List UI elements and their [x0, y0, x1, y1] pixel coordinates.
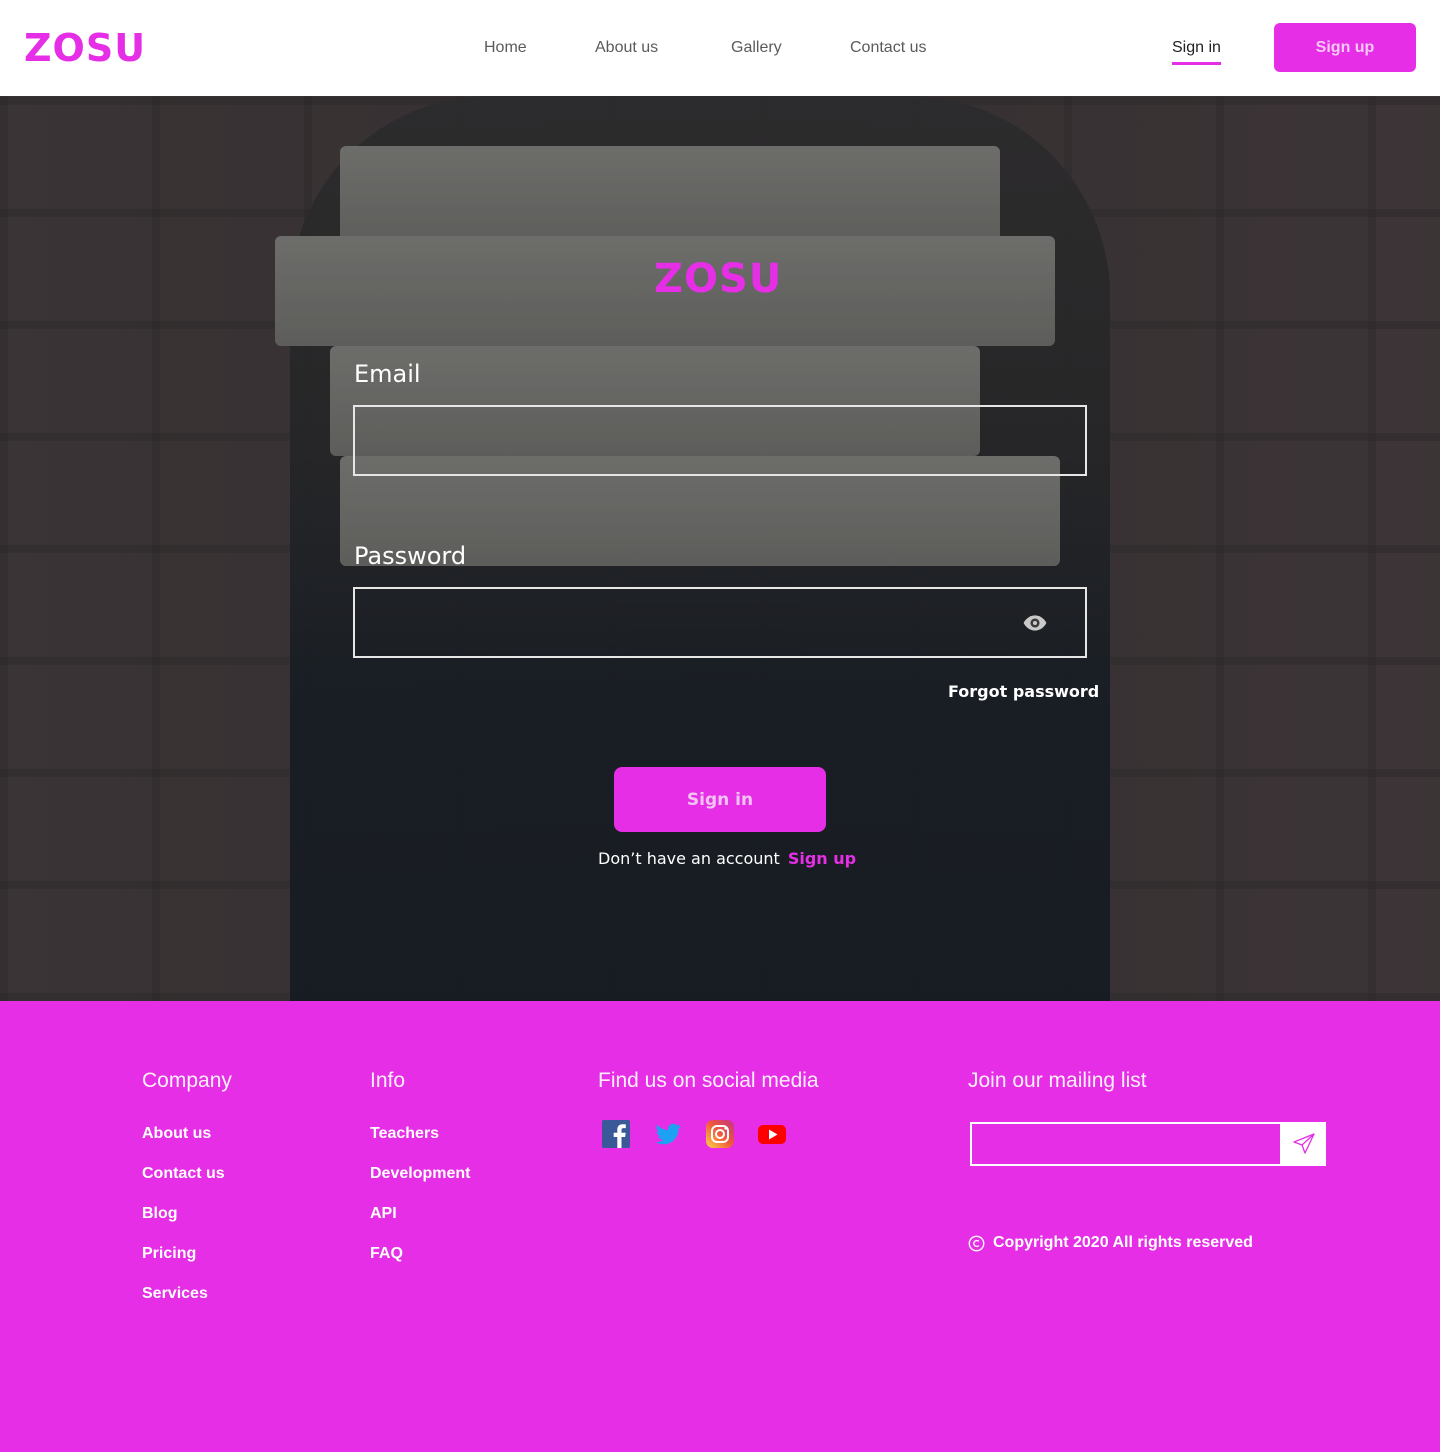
no-account-row: Don’t have an account Sign up: [598, 848, 856, 870]
login-logo: ZOSU: [654, 256, 783, 302]
youtube-icon[interactable]: [757, 1119, 787, 1149]
header-sign-up-button[interactable]: Sign up: [1274, 23, 1416, 72]
sign-in-button[interactable]: Sign in: [614, 767, 826, 832]
no-account-text: Don’t have an account: [598, 849, 780, 868]
sign-up-link[interactable]: Sign up: [788, 849, 856, 868]
footer-link-services[interactable]: Services: [142, 1283, 208, 1305]
footer-mailing-title: Join our mailing list: [968, 1069, 1147, 1092]
footer-link-pricing[interactable]: Pricing: [142, 1243, 196, 1265]
nav-home[interactable]: Home: [484, 36, 527, 60]
paper-plane-icon: [1292, 1133, 1315, 1154]
footer-link-api[interactable]: API: [370, 1203, 397, 1225]
footer-link-blog[interactable]: Blog: [142, 1203, 178, 1225]
copyright-text: Copyright 2020 All rights reserved: [993, 1234, 1253, 1251]
footer-social-title: Find us on social media: [598, 1069, 819, 1092]
logo[interactable]: ZOSU: [24, 26, 146, 70]
nav-contact-us[interactable]: Contact us: [850, 36, 926, 60]
password-field[interactable]: [353, 587, 1087, 658]
site-footer: Company About us Contact us Blog Pricing…: [0, 1001, 1440, 1452]
eye-icon[interactable]: [1022, 610, 1048, 636]
mailing-send-button[interactable]: [1281, 1122, 1326, 1166]
login-hero: ZOSU Email Password Forgot password Sign…: [0, 96, 1440, 1001]
site-header: ZOSU Home About us Gallery Contact us Si…: [0, 0, 1440, 96]
footer-link-faq[interactable]: FAQ: [370, 1243, 403, 1265]
email-label: Email: [354, 360, 421, 388]
footer-company-title: Company: [142, 1069, 232, 1092]
footer-info-title: Info: [370, 1069, 406, 1092]
footer-link-about-us[interactable]: About us: [142, 1123, 211, 1145]
email-field[interactable]: [353, 405, 1087, 476]
nav-about-us[interactable]: About us: [595, 36, 658, 60]
footer-link-teachers[interactable]: Teachers: [370, 1123, 439, 1145]
instagram-icon[interactable]: [705, 1119, 735, 1149]
facebook-icon[interactable]: [601, 1119, 631, 1149]
copyright: Copyright 2020 All rights reserved: [968, 1232, 1253, 1254]
password-label: Password: [354, 542, 467, 570]
mailing-email-input[interactable]: [970, 1122, 1282, 1166]
header-sign-in-link[interactable]: Sign in: [1172, 36, 1221, 65]
footer-link-contact-us[interactable]: Contact us: [142, 1163, 225, 1185]
forgot-password-link[interactable]: Forgot password: [948, 681, 1099, 703]
nav-gallery[interactable]: Gallery: [731, 36, 782, 60]
twitter-icon[interactable]: [653, 1119, 683, 1149]
copyright-icon: [968, 1235, 985, 1251]
footer-link-development[interactable]: Development: [370, 1163, 470, 1185]
